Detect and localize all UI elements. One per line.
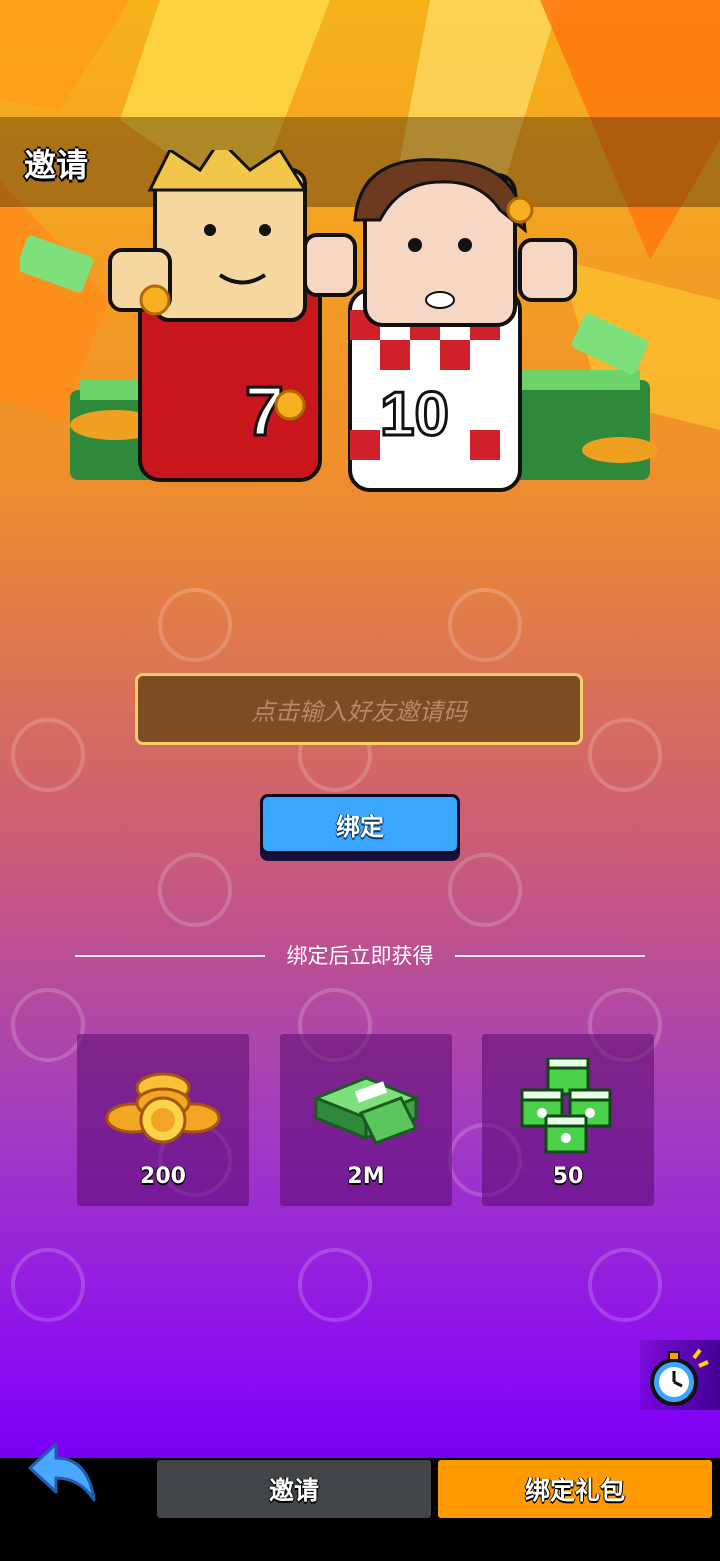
- tab-bind-gift[interactable]: 绑定礼包: [438, 1460, 712, 1518]
- bind-button[interactable]: 绑定: [260, 794, 460, 854]
- back-button[interactable]: [22, 1440, 102, 1510]
- gold-coins-icon: [105, 1072, 221, 1144]
- tab-invite[interactable]: 邀请: [157, 1460, 431, 1518]
- reward-value: 50: [552, 1164, 584, 1189]
- reward-value: 200: [140, 1164, 186, 1189]
- player-seven: 7: [108, 150, 322, 482]
- reward-card-coins: 200: [77, 1034, 249, 1206]
- svg-text:10: 10: [380, 380, 449, 449]
- back-arrow-icon: [28, 1442, 96, 1502]
- cash-stack-icon: [311, 1076, 421, 1145]
- divider-right: [455, 955, 645, 957]
- stopwatch-icon: [650, 1348, 709, 1406]
- reward-value: 2M: [347, 1164, 385, 1189]
- reward-card-cubes: 50: [482, 1034, 654, 1206]
- green-cubes-icon: [520, 1058, 612, 1154]
- rewards-heading: 绑定后立即获得: [286, 944, 434, 968]
- hero-illustration: 7 10: [20, 150, 658, 492]
- timer-button[interactable]: [640, 1340, 720, 1410]
- invite-code-input[interactable]: 点击输入好友邀请码: [135, 673, 583, 745]
- divider-left: [75, 955, 265, 957]
- reward-card-cash: 2M: [280, 1034, 452, 1206]
